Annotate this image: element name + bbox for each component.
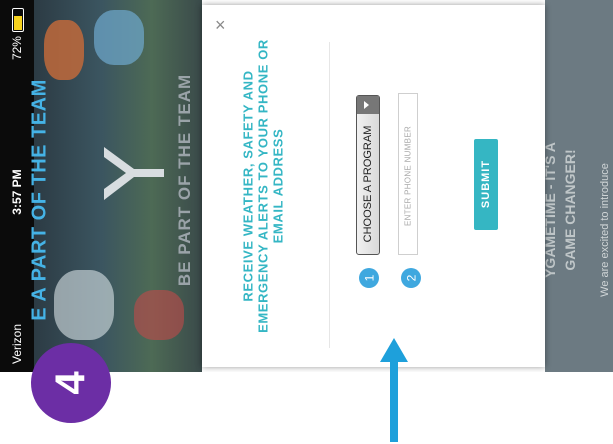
close-icon[interactable]: × [215,16,226,34]
submit-label: SUBMIT [480,159,492,209]
carrier-label: Verizon [10,323,24,364]
step-2-badge: 2 [401,268,421,288]
battery-percent: 72% [10,36,24,61]
up-arrow-icon [380,338,408,442]
article-body: We are excited to introduce [599,163,611,297]
step-number-badge: 4 [31,343,111,423]
ymca-logo-icon [104,147,164,200]
hero-banner-text-secondary: BE PART OF THE TEAM [175,73,194,287]
modal-divider [329,42,330,348]
clock: 3:57 PM [10,169,24,215]
phone-screenshot: Verizon 3:57 PM 72% E A PART OF THE TEAM… [0,0,613,372]
hero-banner-text: E A PART OF THE TEAM [28,79,51,321]
modal-headline: RECEIVE WEATHER, SAFETY AND EMERGENCY AL… [240,39,286,333]
battery-indicator: 72% [10,8,24,60]
program-select[interactable]: CHOOSE A PROGRAM [356,95,380,255]
battery-icon [11,8,24,33]
chevron-down-icon [357,96,379,114]
phone-number-input[interactable]: ENTER PHONE NUMBER [398,93,418,255]
submit-button[interactable]: SUBMIT [474,139,498,230]
phone-number-placeholder: ENTER PHONE NUMBER [403,125,413,227]
program-select-value: CHOOSE A PROGRAM [362,125,374,243]
step-1-badge: 1 [359,268,379,288]
article-title: YGAMETIME - IT'S A GAME CHANGER! [542,142,578,278]
